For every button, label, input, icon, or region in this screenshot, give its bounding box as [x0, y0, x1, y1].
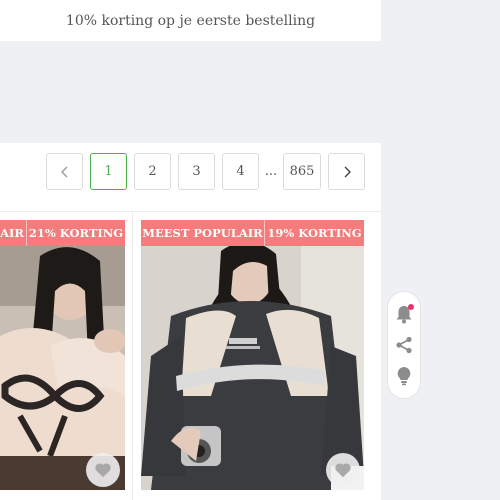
page-button-3[interactable]: 3 — [178, 153, 215, 190]
divider — [0, 211, 381, 212]
notifications-button[interactable] — [393, 303, 415, 325]
lightbulb-icon — [397, 367, 411, 386]
floating-toolbar — [387, 291, 421, 399]
feedback-button[interactable] — [393, 365, 415, 387]
popular-badge: MEEST POPULAIR — [141, 220, 264, 246]
product-image[interactable] — [141, 246, 364, 490]
product-listing: 1 2 3 4 ... 865 LAIR 21% KORTING — [0, 143, 381, 500]
popular-badge: LAIR — [0, 220, 26, 246]
next-page-button[interactable] — [328, 153, 365, 190]
pagination: 1 2 3 4 ... 865 — [39, 153, 365, 190]
product-card[interactable]: MEEST POPULAIR 19% KORTING — [141, 220, 364, 490]
notification-dot — [408, 303, 414, 310]
product-card[interactable]: LAIR 21% KORTING — [0, 220, 125, 490]
page-button-1[interactable]: 1 — [90, 153, 127, 190]
prev-page-button[interactable] — [46, 153, 83, 190]
page-button-2[interactable]: 2 — [134, 153, 171, 190]
heart-icon — [335, 463, 351, 478]
product-photo — [141, 246, 364, 490]
page-button-4[interactable]: 4 — [222, 153, 259, 190]
discount-badge: 19% KORTING — [264, 220, 364, 246]
chevron-left-icon — [60, 166, 67, 177]
heart-icon — [95, 463, 111, 478]
page-button-last[interactable]: 865 — [283, 153, 321, 190]
divider — [132, 211, 133, 500]
share-icon — [396, 336, 412, 354]
discount-badge: 21% KORTING — [26, 220, 125, 246]
pagination-ellipsis: ... — [264, 164, 278, 179]
favorite-button[interactable] — [326, 453, 360, 487]
promo-banner[interactable]: 10% korting op je eerste bestelling — [0, 0, 381, 41]
share-button[interactable] — [393, 334, 415, 356]
favorite-button[interactable] — [86, 453, 120, 487]
chevron-right-icon — [344, 166, 351, 177]
promo-text: 10% korting op je eerste bestelling — [65, 12, 316, 29]
